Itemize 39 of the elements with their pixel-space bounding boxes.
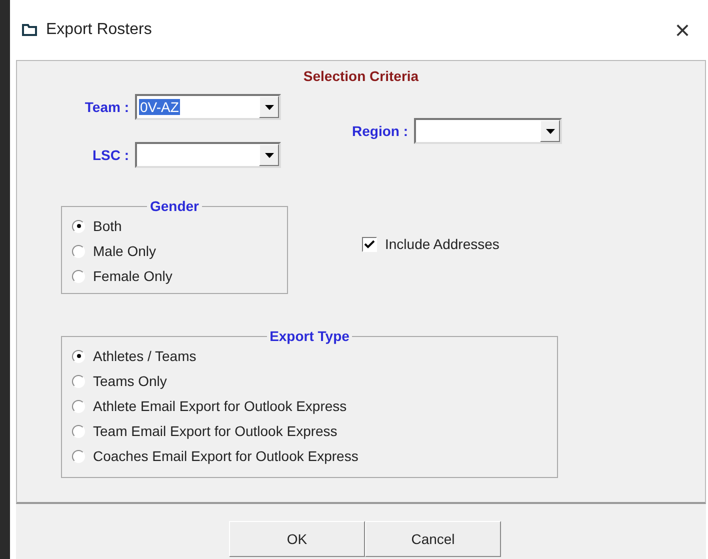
caret-icon — [546, 128, 554, 134]
radio-button[interactable] — [72, 350, 85, 362]
radio-button[interactable] — [72, 450, 85, 462]
radio-option[interactable]: Both — [72, 216, 277, 236]
radio-button[interactable] — [72, 270, 85, 282]
team-dropdown[interactable]: 0V-AZ — [135, 94, 281, 120]
field-label: Region : — [352, 123, 408, 139]
lsc-dropdown[interactable] — [135, 142, 281, 168]
dropdown-button[interactable] — [259, 144, 279, 166]
group-title: Export Type — [268, 328, 350, 344]
window-title: Export Rosters — [46, 21, 153, 39]
cancel-button[interactable]: Cancel — [365, 521, 501, 557]
radio-button[interactable] — [72, 424, 85, 438]
radio-option[interactable]: Male Only — [72, 241, 277, 261]
radio-option[interactable]: Team Email Export for Outlook Express — [72, 421, 547, 441]
radio-button[interactable] — [72, 244, 85, 258]
dropdown-button[interactable] — [540, 120, 560, 142]
radio-button[interactable] — [72, 374, 85, 388]
radio-option[interactable]: Teams Only — [72, 371, 547, 391]
field-label: LSC : — [92, 147, 129, 163]
radio-option[interactable]: Coaches Email Export for Outlook Express — [72, 446, 547, 466]
dropdown-button[interactable] — [259, 96, 279, 118]
checkmark-icon — [364, 240, 375, 248]
radio-option[interactable]: Athletes / Teams — [72, 346, 547, 366]
radio-option[interactable]: Female Only — [72, 266, 277, 286]
include-addresses-checkbox[interactable]: Include Addresses — [362, 236, 500, 252]
radio-button[interactable] — [72, 220, 85, 232]
checkbox[interactable] — [362, 236, 377, 252]
section-heading: Selection Criteria — [302, 67, 420, 84]
region-dropdown[interactable] — [414, 118, 562, 144]
radio-option[interactable]: Athlete Email Export for Outlook Express — [72, 396, 547, 416]
radio-button[interactable] — [72, 400, 85, 412]
field-label: Team : — [84, 99, 129, 115]
close-button[interactable]: × — [670, 17, 694, 43]
folder-icon — [22, 23, 38, 37]
caret-icon — [264, 104, 274, 110]
caret-icon — [264, 152, 274, 158]
group-title: Gender — [148, 198, 200, 214]
ok-button[interactable]: OK — [229, 521, 365, 557]
